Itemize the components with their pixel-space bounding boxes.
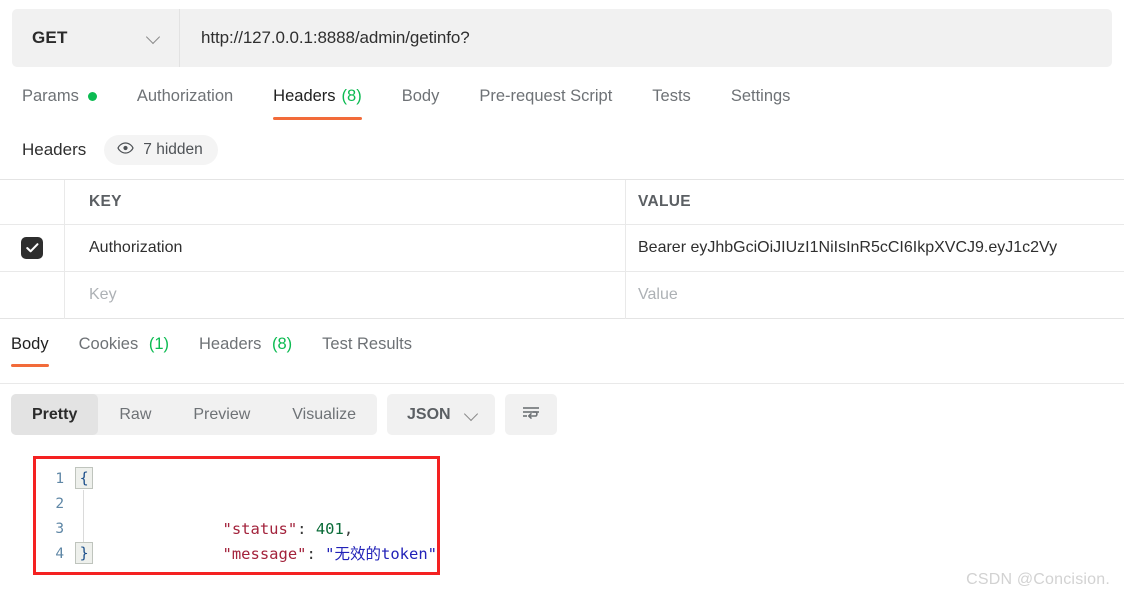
new-header-value-placeholder: Value: [638, 286, 678, 303]
json-code-viewer: 1 2 3 4 { } "status": 401, "message": "无…: [36, 459, 437, 572]
response-view-toolbar: Pretty Raw Preview Visualize JSON: [11, 394, 557, 435]
line-number: 1: [55, 471, 65, 487]
code-line-2: "status": 401,: [92, 492, 437, 538]
json-colon: :: [306, 545, 326, 563]
tab-headers-label: Headers: [273, 87, 336, 105]
params-modified-dot-icon: [87, 92, 97, 101]
tab-params-label: Params: [22, 87, 79, 105]
word-wrap-icon: [520, 403, 542, 426]
code-fold-line: [83, 490, 85, 545]
headers-subheader: Headers 7 hidden: [22, 135, 218, 165]
code-fold-column: { }: [73, 465, 94, 572]
header-key-cell[interactable]: Authorization: [65, 224, 626, 272]
tab-tests[interactable]: Tests: [652, 85, 691, 120]
json-colon: :: [297, 520, 316, 538]
tab-settings[interactable]: Settings: [731, 85, 791, 120]
postman-request-response-view: GET Params Authorization Headers (8) Bod…: [0, 0, 1124, 597]
code-fold-close-brace[interactable]: }: [75, 542, 94, 564]
response-tab-body[interactable]: Body: [11, 333, 49, 367]
tab-headers[interactable]: Headers (8): [273, 85, 362, 120]
column-header-key: KEY: [65, 180, 626, 224]
column-header-value-label: VALUE: [638, 193, 691, 210]
response-tab-test-results[interactable]: Test Results: [322, 333, 412, 367]
response-tab-test-results-label: Test Results: [322, 335, 413, 353]
header-value-text: Bearer eyJhbGciOiJIUzI1NiIsInR5cCI6IkpXV…: [638, 239, 1058, 256]
response-tab-cookies-count: (1): [148, 335, 169, 353]
column-header-key-label: KEY: [89, 193, 122, 210]
view-mode-raw[interactable]: Raw: [98, 394, 172, 435]
tab-params[interactable]: Params: [22, 85, 97, 120]
json-value-message: "无效的token": [325, 545, 437, 563]
hidden-headers-count-label: 7 hidden: [143, 141, 203, 158]
response-body-highlight-box: 1 2 3 4 { } "status": 401, "message": "无…: [33, 456, 440, 575]
tab-tests-label: Tests: [652, 87, 691, 105]
chevron-down-icon: [465, 408, 479, 422]
header-enabled-checkbox[interactable]: [21, 237, 43, 259]
view-mode-visualize[interactable]: Visualize: [271, 394, 377, 435]
view-mode-pretty-label: Pretty: [32, 405, 78, 423]
line-number-gutter: 1 2 3 4: [36, 465, 73, 572]
view-mode-segmented-control: Pretty Raw Preview Visualize: [11, 394, 378, 435]
eye-icon: [117, 141, 134, 159]
json-code-lines: "status": 401, "message": "无效的token": [92, 465, 437, 572]
response-divider: [0, 383, 1124, 384]
new-row-checkbox-cell: [0, 271, 65, 319]
view-mode-preview[interactable]: Preview: [172, 394, 271, 435]
response-tab-headers-label: Headers: [199, 335, 262, 353]
headers-table-header-row: KEY VALUE: [0, 180, 1124, 224]
view-mode-visualize-label: Visualize: [292, 405, 357, 423]
request-tab-bar: Params Authorization Headers (8) Body Pr…: [0, 85, 1124, 127]
tab-body-label: Body: [401, 87, 440, 105]
new-header-value-cell[interactable]: Value: [626, 272, 1124, 319]
tab-body[interactable]: Body: [402, 85, 440, 120]
response-tab-bar: Body Cookies (1) Headers (8) Test Result…: [0, 333, 1124, 367]
json-key-message: "message": [185, 545, 307, 563]
url-bar: GET: [12, 9, 1112, 67]
view-mode-preview-label: Preview: [193, 405, 251, 423]
view-mode-pretty[interactable]: Pretty: [11, 394, 99, 435]
line-number: 4: [55, 546, 65, 562]
response-tab-cookies-label: Cookies: [78, 335, 139, 353]
json-comma: ,: [343, 520, 354, 538]
response-tab-headers[interactable]: Headers (8): [199, 333, 292, 367]
tab-headers-count: (8): [341, 87, 362, 105]
new-header-key-cell[interactable]: Key: [65, 271, 626, 319]
view-mode-raw-label: Raw: [119, 405, 152, 423]
response-format-selector[interactable]: JSON: [387, 394, 495, 435]
word-wrap-button[interactable]: [504, 394, 557, 435]
hidden-headers-toggle[interactable]: 7 hidden: [104, 135, 218, 165]
row-checkbox-cell: [0, 224, 65, 272]
response-tab-headers-count: (8): [271, 335, 293, 353]
new-header-key-placeholder: Key: [89, 286, 117, 303]
tab-settings-label: Settings: [730, 87, 791, 105]
column-header-value: VALUE: [626, 180, 1124, 224]
header-row-checkbox-column: [0, 180, 65, 224]
watermark: CSDN @Concision.: [966, 571, 1110, 588]
chevron-down-icon: [147, 31, 161, 45]
tab-pre-request-script-label: Pre-request Script: [479, 87, 613, 105]
response-tab-cookies[interactable]: Cookies (1): [79, 333, 169, 367]
headers-section-title: Headers: [22, 140, 87, 159]
line-number: 2: [55, 496, 65, 512]
table-row: Authorization Bearer eyJhbGciOiJIUzI1NiI…: [0, 224, 1124, 272]
json-value-status: 401: [315, 520, 344, 538]
json-key-status: "status": [185, 520, 298, 538]
header-key-value: Authorization: [89, 239, 183, 256]
tab-authorization[interactable]: Authorization: [137, 85, 233, 120]
header-value-cell[interactable]: Bearer eyJhbGciOiJIUzI1NiIsInR5cCI6IkpXV…: [626, 225, 1124, 272]
table-row-new: Key Value: [0, 271, 1124, 319]
response-format-label: JSON: [407, 405, 451, 423]
line-number: 3: [55, 521, 65, 537]
headers-table: KEY VALUE Authorization Bearer eyJhbGciO…: [0, 179, 1124, 319]
response-tab-body-label: Body: [11, 335, 49, 353]
url-input[interactable]: [180, 9, 1112, 67]
http-method-label: GET: [32, 28, 68, 47]
tab-authorization-label: Authorization: [136, 87, 234, 105]
tab-pre-request-script[interactable]: Pre-request Script: [479, 85, 612, 120]
code-fold-open-brace[interactable]: {: [75, 467, 94, 489]
http-method-selector[interactable]: GET: [12, 9, 180, 67]
